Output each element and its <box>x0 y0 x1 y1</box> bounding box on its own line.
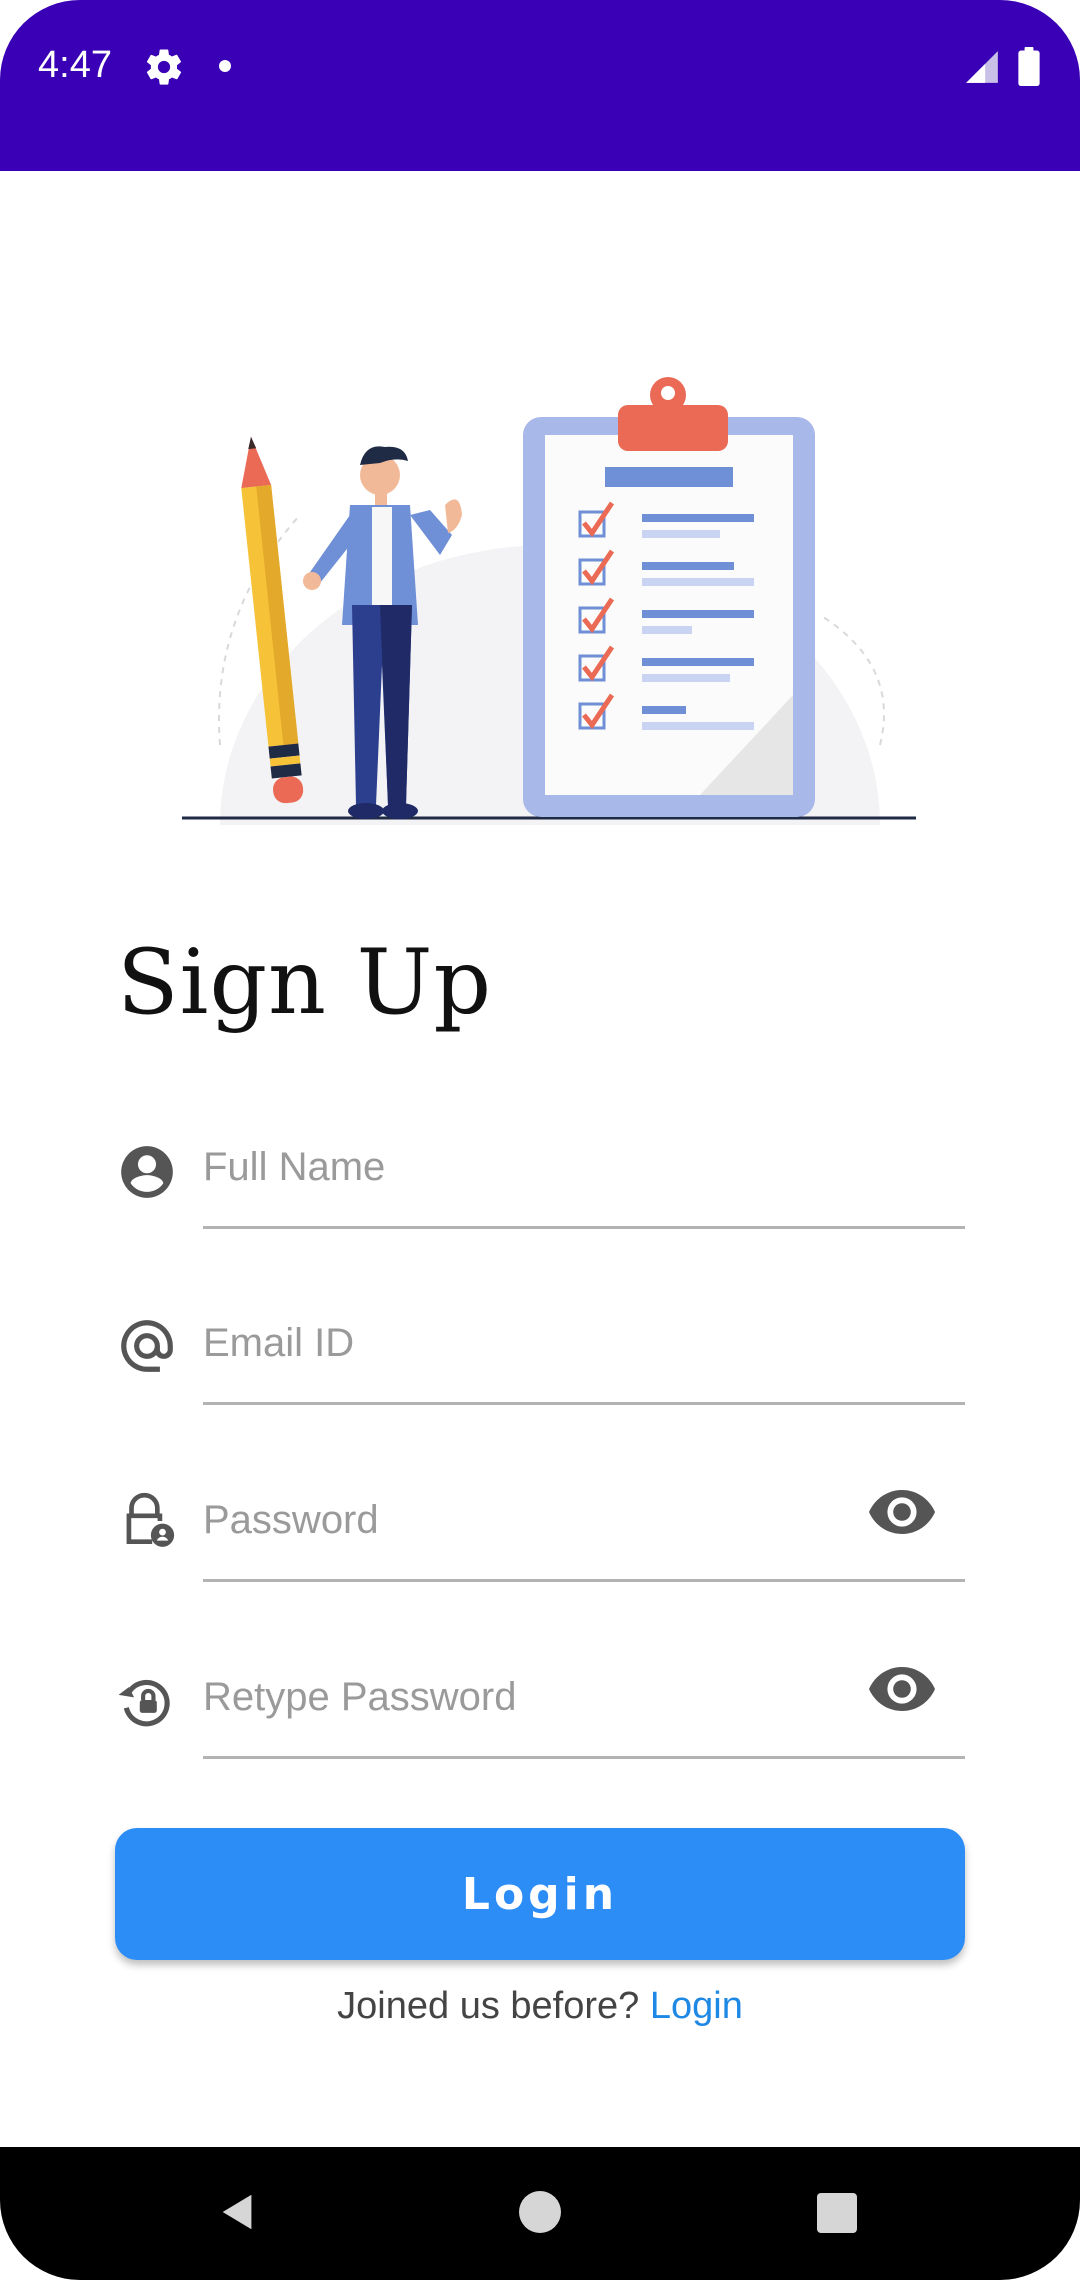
retype-password-field <box>110 1647 965 1777</box>
back-icon[interactable] <box>215 2189 261 2235</box>
account-circle-icon <box>121 1146 173 1198</box>
status-time: 4:47 <box>38 44 112 86</box>
password-field <box>110 1470 965 1600</box>
email-underline <box>203 1402 965 1405</box>
email-field <box>110 1293 965 1423</box>
page-title: Sign Up <box>117 930 493 1035</box>
notification-dot-icon <box>219 60 231 72</box>
retype-password-underline <box>203 1756 965 1759</box>
eye-icon[interactable] <box>869 1665 935 1713</box>
full-name-underline <box>203 1226 965 1229</box>
at-sign-icon <box>121 1320 173 1372</box>
gear-icon <box>146 49 182 85</box>
login-button[interactable]: Login <box>115 1828 965 1960</box>
battery-icon <box>1018 47 1040 86</box>
signal-icon <box>966 51 998 83</box>
login-link[interactable]: Login <box>650 1985 743 2027</box>
password-input[interactable] <box>203 1470 963 1570</box>
signup-checklist-illustration <box>182 377 916 825</box>
home-icon[interactable] <box>519 2191 561 2233</box>
nav-bar <box>0 2147 1080 2280</box>
retype-password-input[interactable] <box>203 1647 963 1747</box>
status-bar: 4:47 <box>0 0 1080 171</box>
full-name-field <box>110 1117 965 1247</box>
recents-icon[interactable] <box>817 2193 857 2233</box>
footer-prompt-text: Joined us before? <box>337 1985 650 2027</box>
email-input[interactable] <box>203 1293 963 1393</box>
footer-prompt: Joined us before? Login <box>0 1985 1080 2028</box>
lock-person-icon <box>126 1492 175 1547</box>
lock-reset-icon <box>118 1679 170 1727</box>
full-name-input[interactable] <box>203 1117 963 1217</box>
password-underline <box>203 1579 965 1582</box>
eye-icon[interactable] <box>869 1488 935 1536</box>
